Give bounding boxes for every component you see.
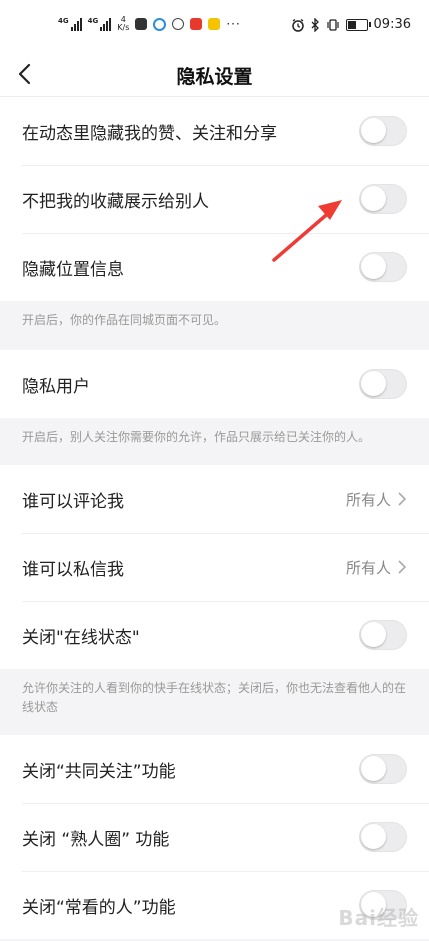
- comment-permission-value[interactable]: 所有人: [346, 489, 407, 510]
- setting-row-comment-permission[interactable]: 谁可以评论我 所有人: [0, 465, 429, 533]
- hide-likes-toggle[interactable]: [359, 116, 407, 146]
- setting-label: 关闭“常看的人”功能: [22, 897, 176, 918]
- bluetooth-icon: [311, 17, 319, 32]
- alarm-icon: [291, 18, 304, 32]
- app-notification-icon: [135, 18, 148, 30]
- setting-row-hide-likes[interactable]: 在动态里隐藏我的赞、关注和分享: [0, 97, 429, 165]
- setting-row-message-permission[interactable]: 谁可以私信我 所有人: [0, 533, 429, 601]
- status-right: 09:36: [291, 17, 411, 32]
- hide-location-toggle[interactable]: [359, 252, 407, 282]
- battery-icon: [345, 18, 371, 31]
- setting-row-online-status[interactable]: 关闭"在线状态": [0, 601, 429, 669]
- online-status-toggle[interactable]: [359, 620, 407, 650]
- private-user-note: 开启后，别人关注你需要你的允许，作品只展示给已关注你的人。: [22, 430, 371, 444]
- chevron-right-icon: [398, 492, 407, 506]
- speed-unit: K/s: [117, 23, 130, 32]
- setting-row-hide-favorites[interactable]: 不把我的收藏展示给别人: [0, 165, 429, 233]
- baidu-watermark-logo: Bai经验: [338, 906, 419, 930]
- settings-group-activity: 在动态里隐藏我的赞、关注和分享 不把我的收藏展示给别人 隐藏位置信息: [0, 97, 429, 301]
- nav-bar: 隐私设置: [0, 54, 429, 97]
- signal-2-label: 4G: [87, 17, 99, 25]
- setting-row-hide-location[interactable]: 隐藏位置信息: [0, 233, 429, 301]
- setting-label: 谁可以私信我: [22, 559, 124, 580]
- message-permission-text: 所有人: [345, 558, 391, 577]
- chevron-right-icon: [398, 560, 407, 574]
- page-title: 隐私设置: [176, 66, 253, 88]
- setting-row-private-user[interactable]: 隐私用户: [0, 350, 429, 418]
- setting-row-mutual-follow[interactable]: 关闭“共同关注”功能: [0, 735, 429, 803]
- status-left: 4G 4G 4 K/s ···: [58, 16, 241, 32]
- message-permission-value[interactable]: 所有人: [346, 557, 407, 578]
- sync-notification-icon: [172, 18, 185, 30]
- signal-2-icon: 4G: [88, 17, 112, 31]
- setting-label: 关闭 “熟人圈” 功能: [22, 829, 170, 850]
- status-time: 09:36: [373, 17, 411, 32]
- setting-label: 隐私用户: [22, 376, 90, 397]
- mutual-follow-toggle[interactable]: [359, 754, 407, 784]
- news-notification-icon: [190, 18, 203, 30]
- online-status-note: 允许你关注的人看到你的快手在线状态；关闭后，你也无法查看他人的在线状态: [22, 681, 407, 714]
- taxi-notification-icon: [208, 18, 221, 30]
- red-arrow-annotation-icon: [272, 200, 342, 262]
- settings-group-interaction: 谁可以评论我 所有人 谁可以私信我 所有人 关闭"在线状态": [0, 465, 429, 669]
- signal-1-label: 4G: [58, 17, 69, 25]
- network-speed: 4 K/s: [117, 16, 129, 32]
- browser-notification-icon: [153, 17, 167, 31]
- hide-favorites-toggle[interactable]: [359, 184, 407, 214]
- comment-permission-text: 所有人: [345, 490, 391, 509]
- vibrate-icon: [326, 18, 339, 31]
- private-user-toggle[interactable]: [359, 369, 407, 399]
- status-bar: 4G 4G 4 K/s ··· 09:36: [0, 0, 429, 54]
- signal-1-icon: 4G: [58, 17, 82, 31]
- acquaintance-circle-toggle[interactable]: [359, 822, 407, 852]
- setting-label: 在动态里隐藏我的赞、关注和分享: [22, 123, 277, 144]
- location-note: 开启后，你的作品在同城页面不可见。: [22, 313, 227, 327]
- setting-label: 谁可以评论我: [22, 491, 124, 512]
- setting-row-acquaintance-circle[interactable]: 关闭 “熟人圈” 功能: [0, 803, 429, 871]
- more-notifications-icon: ···: [226, 17, 241, 31]
- setting-label: 关闭"在线状态": [22, 627, 140, 648]
- settings-group-private-user: 隐私用户: [0, 350, 429, 418]
- setting-label: 关闭“共同关注”功能: [22, 761, 176, 782]
